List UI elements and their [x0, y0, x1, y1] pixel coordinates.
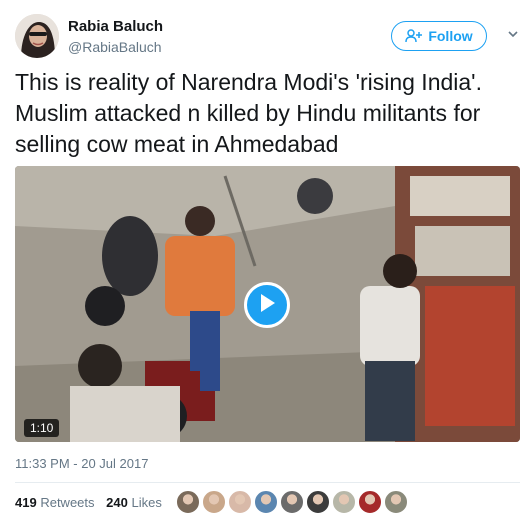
liker-avatar[interactable]	[384, 490, 408, 514]
author-handle[interactable]: @RabiaBaluch	[68, 39, 162, 55]
liker-avatar[interactable]	[280, 490, 304, 514]
retweets-stat[interactable]: 419 Retweets	[15, 495, 95, 510]
tweet-text: This is reality of Narendra Modi's 'risi…	[15, 69, 482, 157]
follow-label: Follow	[428, 28, 473, 44]
author-avatar[interactable]	[15, 14, 59, 58]
chevron-down-icon[interactable]	[506, 27, 520, 41]
author-name[interactable]: Rabia Baluch	[68, 18, 163, 35]
add-user-icon	[405, 29, 423, 43]
liker-avatars	[176, 490, 408, 514]
liker-avatar[interactable]	[202, 490, 226, 514]
tweet-stats: 419 Retweets 240 Likes	[15, 495, 170, 510]
video-player[interactable]: 1:10	[15, 166, 520, 442]
retweets-label: Retweets	[40, 495, 95, 510]
liker-avatar[interactable]	[358, 490, 382, 514]
liker-avatar[interactable]	[176, 490, 200, 514]
retweets-count: 419	[15, 495, 37, 510]
liker-avatar[interactable]	[332, 490, 356, 514]
likes-label: Likes	[131, 495, 162, 510]
video-duration: 1:10	[24, 419, 60, 437]
liker-avatar[interactable]	[254, 490, 278, 514]
follow-button[interactable]: Follow	[391, 21, 487, 51]
play-icon	[259, 293, 275, 317]
likes-stat[interactable]: 240 Likes	[106, 495, 162, 510]
likes-count: 240	[106, 495, 128, 510]
liker-avatar[interactable]	[228, 490, 252, 514]
liker-avatar[interactable]	[306, 490, 330, 514]
play-button[interactable]	[244, 282, 290, 328]
divider	[15, 482, 520, 483]
tweet-header: Rabia Baluch @RabiaBaluch Follow	[15, 14, 520, 62]
tweet-timestamp[interactable]: 11:33 PM - 20 Jul 2017	[15, 456, 148, 471]
